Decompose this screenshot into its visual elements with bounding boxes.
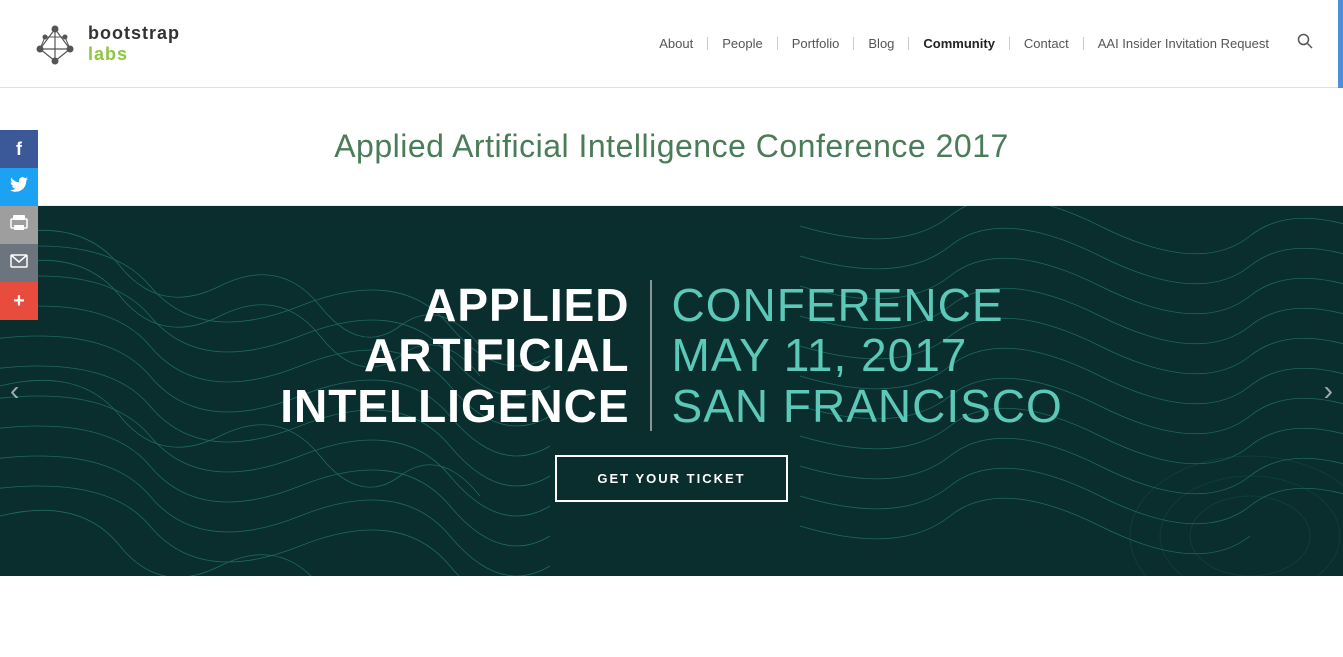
hero-banner: ‹ APPLIED ARTIFICIAL INTELLIGENCE CONFER… [0, 206, 1343, 576]
carousel-next-button[interactable]: › [1324, 375, 1333, 407]
email-icon [10, 254, 28, 273]
hero-left-text: APPLIED ARTIFICIAL INTELLIGENCE [280, 280, 651, 432]
twitter-button[interactable] [0, 168, 38, 206]
hero-applied: APPLIED [280, 280, 629, 331]
hero-intelligence: INTELLIGENCE [280, 381, 629, 432]
hero-conference: CONFERENCE [672, 280, 1063, 331]
plus-icon: + [13, 290, 25, 313]
logo-icon [30, 19, 80, 69]
carousel-prev-button[interactable]: ‹ [10, 375, 19, 407]
print-button[interactable] [0, 206, 38, 244]
get-ticket-button[interactable]: GET YOUR TICKET [555, 455, 787, 502]
hero-right-text: CONFERENCE MAY 11, 2017 SAN FRANCISCO [652, 280, 1063, 432]
print-icon [10, 214, 28, 237]
twitter-icon [10, 177, 28, 198]
accent-bar [1338, 0, 1343, 88]
nav-about[interactable]: About [645, 37, 708, 50]
nav-blog[interactable]: Blog [854, 37, 909, 50]
nav-community[interactable]: Community [909, 37, 1010, 50]
page-title-area: Applied Artificial Intelligence Conferen… [0, 88, 1343, 206]
header: bootstrap labs About People Portfolio Bl… [0, 0, 1343, 88]
search-icon[interactable] [1297, 33, 1313, 54]
nav-portfolio[interactable]: Portfolio [778, 37, 855, 50]
main-nav: About People Portfolio Blog Community Co… [645, 33, 1313, 54]
logo-bootstrap-text: bootstrap [88, 23, 180, 44]
hero-text-block: APPLIED ARTIFICIAL INTELLIGENCE CONFEREN… [280, 280, 1063, 432]
logo-labs-text: labs [88, 44, 180, 65]
email-button[interactable] [0, 244, 38, 282]
nav-aai-insider[interactable]: AAI Insider Invitation Request [1084, 37, 1283, 50]
logo[interactable]: bootstrap labs [30, 19, 180, 69]
social-sidebar: f + [0, 130, 38, 320]
hero-location: SAN FRANCISCO [672, 381, 1063, 432]
hero-artificial: ARTIFICIAL [280, 330, 629, 381]
hero-date: MAY 11, 2017 [672, 330, 1063, 381]
more-share-button[interactable]: + [0, 282, 38, 320]
nav-people[interactable]: People [708, 37, 777, 50]
facebook-icon: f [16, 139, 22, 160]
nav-contact[interactable]: Contact [1010, 37, 1084, 50]
page-title: Applied Artificial Intelligence Conferen… [0, 128, 1343, 165]
hero-cta-area: GET YOUR TICKET [555, 455, 787, 502]
facebook-button[interactable]: f [0, 130, 38, 168]
hero-content: APPLIED ARTIFICIAL INTELLIGENCE CONFEREN… [280, 280, 1063, 503]
